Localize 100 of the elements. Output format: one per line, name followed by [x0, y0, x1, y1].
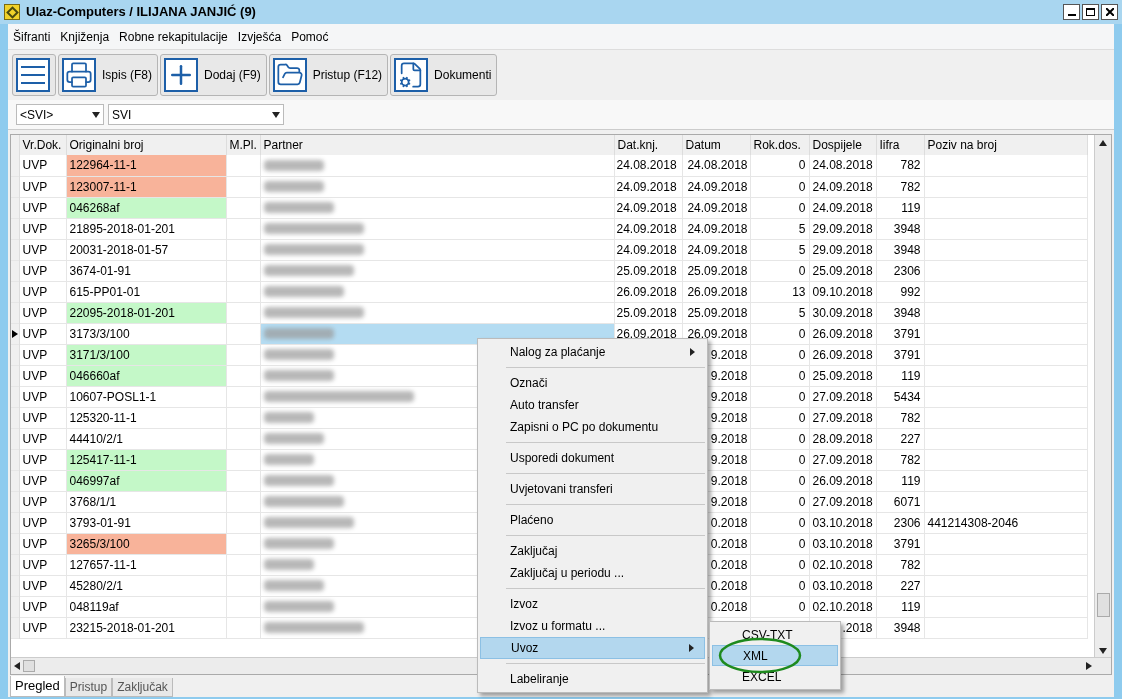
table-cell: 03.10.2018 [809, 533, 876, 554]
table-cell: 5434 [876, 386, 924, 407]
table-cell: 3768/1/1 [66, 491, 226, 512]
table-cell: 3948 [876, 218, 924, 239]
table-cell: UVP [19, 176, 66, 197]
blurred-text [263, 433, 324, 444]
blurred-text [263, 370, 334, 381]
table-cell: UVP [19, 260, 66, 281]
submenu-item[interactable]: EXCEL [712, 666, 838, 687]
table-cell: 0 [750, 323, 809, 344]
context-menu-item[interactable]: Izvoz u formatu ... [480, 615, 705, 637]
submenu-item[interactable]: XML [712, 645, 838, 666]
table-cell: 615-PP01-01 [66, 281, 226, 302]
table-cell: 23215-2018-01-201 [66, 617, 226, 638]
menu-item[interactable]: Izvješća [236, 27, 283, 46]
column-header[interactable]: Dat.knj. [614, 135, 682, 155]
table-cell: 24.09.2018 [682, 176, 750, 197]
column-header[interactable]: Datum [682, 135, 750, 155]
table-cell: 119 [876, 197, 924, 218]
table-cell: 227 [876, 575, 924, 596]
toolbar-button[interactable]: Dokumenti [390, 54, 498, 96]
menu-item[interactable]: Knjiženja [59, 27, 111, 46]
toolbar-button[interactable] [12, 54, 56, 96]
table-cell: 27.09.2018 [809, 407, 876, 428]
table-cell: 119 [876, 470, 924, 491]
tab[interactable]: Zaključak [112, 678, 173, 697]
table-cell: 782 [876, 155, 924, 176]
table-cell: 0 [750, 260, 809, 281]
blurred-text [263, 412, 314, 423]
table-cell: 26.09.2018 [682, 281, 750, 302]
table-cell: 0 [750, 470, 809, 491]
table-cell: 26.09.2018 [809, 344, 876, 365]
table-cell: 25.09.2018 [682, 302, 750, 323]
table-cell: 6071 [876, 491, 924, 512]
table-cell: 119 [876, 365, 924, 386]
menu-item[interactable]: Robne rekapitulacije [118, 27, 229, 46]
table-cell: UVP [19, 449, 66, 470]
table-cell: UVP [19, 512, 66, 533]
table-cell: 21895-2018-01-201 [66, 218, 226, 239]
minimize-button[interactable] [1063, 4, 1080, 20]
menu-item[interactable]: Pomoć [290, 27, 330, 46]
close-button[interactable] [1101, 4, 1118, 20]
table-cell: 03.10.2018 [809, 575, 876, 596]
table-cell: 24.08.2018 [614, 155, 682, 176]
column-header[interactable]: Dospijele [809, 135, 876, 155]
tab[interactable]: Pristup [64, 678, 113, 697]
table-cell: UVP [19, 491, 66, 512]
context-menu-item[interactable]: Labeliranje [480, 668, 705, 690]
blurred-text [263, 159, 324, 171]
table-cell: UVP [19, 428, 66, 449]
table-cell: 25.09.2018 [809, 260, 876, 281]
filter-dropdown[interactable]: SVI [108, 104, 284, 125]
table-cell: 0 [750, 155, 809, 176]
column-header[interactable]: Vr.Dok. [19, 135, 66, 155]
scroll-left-icon [13, 662, 21, 670]
toolbar-button[interactable]: Ispis (F8) [58, 54, 158, 96]
table-cell: 127657-11-1 [66, 554, 226, 575]
tab[interactable]: Pregled [10, 676, 65, 697]
table-cell: 44410/2/1 [66, 428, 226, 449]
table-cell: 782 [876, 554, 924, 575]
scrollbar-thumb[interactable] [1096, 593, 1110, 617]
column-header[interactable]: Iifra [876, 135, 924, 155]
column-header[interactable]: M.Pl. [226, 135, 260, 155]
menu-item[interactable]: Šifranti [12, 27, 52, 46]
table-cell: 24.09.2018 [809, 197, 876, 218]
table-cell: 02.10.2018 [809, 596, 876, 617]
table-cell: 24.09.2018 [682, 239, 750, 260]
table-cell: 0 [750, 365, 809, 386]
table-cell: 25.09.2018 [809, 365, 876, 386]
table-cell: 782 [876, 449, 924, 470]
toolbar-button[interactable]: Dodaj (F9) [160, 54, 267, 96]
table-cell: 992 [876, 281, 924, 302]
table-cell: 0 [750, 512, 809, 533]
table-cell: 25.09.2018 [682, 260, 750, 281]
printer-icon [62, 58, 96, 92]
table-cell: 2306 [876, 512, 924, 533]
table-cell: UVP [19, 323, 66, 344]
table-cell: 45280/2/1 [66, 575, 226, 596]
maximize-button[interactable] [1082, 4, 1099, 20]
table-cell: 3948 [876, 239, 924, 260]
table-cell: UVP [19, 407, 66, 428]
table-cell: 227 [876, 428, 924, 449]
table-cell: UVP [19, 533, 66, 554]
column-header[interactable]: Rok.dos. [750, 135, 809, 155]
scrollbar-thumb[interactable] [23, 660, 35, 672]
table-cell: 3674-01-91 [66, 260, 226, 281]
column-header[interactable]: Partner [260, 135, 614, 155]
table-cell: 10607-POSL1-1 [66, 386, 226, 407]
context-menu-item[interactable]: Uvoz [480, 637, 705, 659]
table-cell: 5 [750, 302, 809, 323]
row-indicator[interactable] [11, 323, 19, 344]
app-logo-icon [4, 4, 20, 20]
toolbar-button[interactable]: Pristup (F12) [268, 54, 389, 96]
column-header[interactable]: Originalni broj [66, 135, 226, 155]
vertical-scrollbar[interactable] [1094, 135, 1111, 657]
blurred-text [263, 601, 334, 612]
column-header[interactable]: Poziv na broj [924, 135, 1087, 155]
table-cell: 0 [750, 344, 809, 365]
filter-dropdown[interactable]: <SVI> [16, 104, 104, 125]
table-cell: UVP [19, 218, 66, 239]
